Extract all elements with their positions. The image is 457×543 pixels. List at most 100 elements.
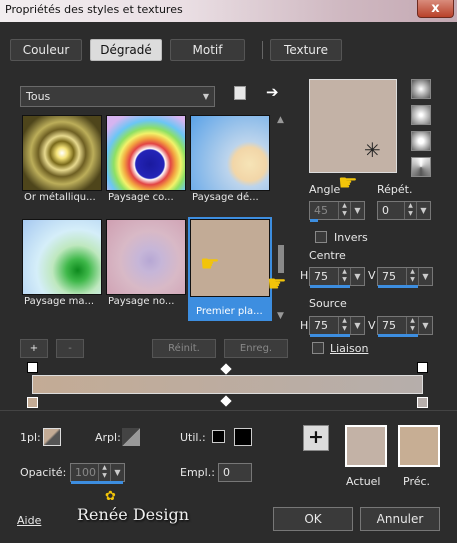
swatch-label: Or métalliqu... bbox=[24, 192, 96, 203]
add-to-swatches-button[interactable]: + bbox=[303, 425, 329, 451]
color-stop-start[interactable] bbox=[27, 397, 38, 408]
chevron-down-icon[interactable]: ▼ bbox=[350, 268, 364, 285]
source-v-spinner[interactable]: 75 ▲ ▼ ▼ bbox=[377, 316, 433, 335]
invert-checkbox[interactable] bbox=[315, 231, 327, 243]
chevron-down-icon[interactable]: ▼ bbox=[418, 268, 432, 285]
fg-swatch[interactable] bbox=[43, 428, 61, 446]
center-label: Centre bbox=[309, 249, 346, 262]
center-v-slider[interactable] bbox=[378, 285, 418, 288]
previous-label: Préc. bbox=[403, 475, 431, 488]
chevron-down-icon[interactable]: ▼ bbox=[418, 317, 432, 334]
bg-label: Arpl: bbox=[95, 431, 121, 444]
category-dropdown[interactable]: Tous ▼ bbox=[20, 86, 215, 107]
chevron-down-icon[interactable]: ▼ bbox=[277, 311, 284, 321]
spin-arrows-icon[interactable]: ▲ ▼ bbox=[404, 202, 416, 219]
center-v-value: 75 bbox=[382, 270, 396, 283]
swatch-paysage-no[interactable]: Paysage no... bbox=[106, 219, 186, 307]
tab-texture[interactable]: Texture bbox=[270, 39, 342, 61]
butterfly-icon: ✿ bbox=[105, 489, 116, 504]
source-v-slider[interactable] bbox=[378, 334, 418, 337]
help-link[interactable]: Aide bbox=[17, 514, 41, 527]
emplacement-label: Empl.: bbox=[180, 466, 215, 479]
angle-spinner[interactable]: 45 ▲ ▼ ▼ bbox=[309, 201, 365, 220]
gradient-preview[interactable]: ✳ bbox=[309, 79, 397, 173]
opacity-slider[interactable] bbox=[71, 481, 123, 484]
bg-swatch[interactable] bbox=[122, 428, 140, 446]
pointer-hand-icon: ☛ bbox=[200, 252, 220, 277]
midpoint-marker[interactable] bbox=[220, 395, 232, 407]
cancel-button[interactable]: Annuler bbox=[360, 507, 440, 531]
center-h-slider[interactable] bbox=[310, 285, 350, 288]
swatch-label: Paysage co... bbox=[108, 192, 174, 203]
source-h-slider[interactable] bbox=[310, 334, 350, 337]
center-h-spinner[interactable]: 75 ▲ ▼ ▼ bbox=[309, 267, 365, 286]
chevron-down-icon[interactable]: ▼ bbox=[350, 317, 364, 334]
util-swatch-1[interactable] bbox=[212, 430, 225, 443]
spin-arrows-icon[interactable]: ▲ ▼ bbox=[338, 268, 350, 285]
spin-arrows-icon[interactable]: ▲ ▼ bbox=[338, 202, 350, 219]
stop-marker-icon[interactable] bbox=[417, 362, 428, 373]
scroll-thumb[interactable] bbox=[278, 245, 284, 273]
gradient-bar[interactable] bbox=[32, 375, 423, 394]
midpoint-marker[interactable] bbox=[220, 363, 232, 375]
util-label: Util.: bbox=[180, 431, 206, 444]
chevron-down-icon[interactable]: ▼ bbox=[110, 464, 124, 481]
swatch-preview bbox=[190, 115, 270, 191]
divider bbox=[0, 410, 457, 411]
remove-gradient-button[interactable]: - bbox=[56, 339, 84, 358]
spin-arrows-icon[interactable]: ▲ ▼ bbox=[98, 464, 110, 481]
crosshair-icon[interactable]: ✳ bbox=[364, 140, 381, 160]
center-h-label: H bbox=[300, 269, 309, 282]
swatch-paysage-co[interactable]: Paysage co... bbox=[106, 115, 186, 203]
swatch-or-metallique[interactable]: Or métalliqu... bbox=[22, 115, 102, 203]
logo-text: Renée Design bbox=[77, 505, 190, 524]
chevron-up-icon[interactable]: ▲ bbox=[277, 115, 284, 125]
current-swatch[interactable] bbox=[345, 425, 387, 467]
source-v-value: 75 bbox=[382, 319, 396, 332]
arrow-right-icon[interactable]: ➔ bbox=[266, 83, 279, 101]
swatch-preview bbox=[106, 115, 186, 191]
invert-label: Invers bbox=[334, 231, 368, 244]
source-v-label: V bbox=[368, 319, 376, 332]
spin-arrows-icon[interactable]: ▲ ▼ bbox=[338, 317, 350, 334]
angle-slider[interactable] bbox=[310, 219, 318, 222]
linear-style-button[interactable] bbox=[411, 79, 431, 99]
link-checkbox[interactable] bbox=[312, 342, 324, 354]
opacity-spinner[interactable]: 100 ▲ ▼ ▼ bbox=[70, 463, 125, 482]
spin-arrows-icon[interactable]: ▲ ▼ bbox=[406, 268, 418, 285]
tab-degrade[interactable]: Dégradé bbox=[90, 39, 162, 61]
opacity-label: Opacité: bbox=[20, 466, 67, 479]
current-label: Actuel bbox=[346, 475, 381, 488]
center-h-value: 75 bbox=[314, 270, 328, 283]
emplacement-field[interactable]: 0 bbox=[218, 463, 252, 482]
radial-style-button[interactable] bbox=[411, 157, 431, 177]
chevron-down-icon[interactable]: ▼ bbox=[416, 202, 430, 219]
rectangular-style-button[interactable] bbox=[411, 105, 431, 125]
close-button[interactable]: x bbox=[417, 0, 454, 18]
repeat-spinner[interactable]: 0 ▲ ▼ ▼ bbox=[377, 201, 431, 220]
add-gradient-button[interactable]: + bbox=[20, 339, 48, 358]
save-gradient-button[interactable]: Enreg. bbox=[224, 339, 288, 358]
category-value: Tous bbox=[26, 90, 51, 103]
center-v-label: V bbox=[368, 269, 376, 282]
chevron-down-icon[interactable]: ▼ bbox=[350, 202, 364, 219]
swatch-paysage-de[interactable]: Paysage dé... bbox=[190, 115, 270, 203]
angle-label: Angle bbox=[309, 183, 341, 196]
tab-motif[interactable]: Motif bbox=[170, 39, 245, 61]
swatch-paysage-ma[interactable]: Paysage ma... bbox=[22, 219, 102, 307]
stop-marker-icon[interactable] bbox=[27, 362, 38, 373]
sunburst-style-button[interactable] bbox=[411, 131, 431, 151]
spin-arrows-icon[interactable]: ▲ ▼ bbox=[406, 317, 418, 334]
library-icon[interactable] bbox=[234, 86, 246, 100]
previous-swatch[interactable] bbox=[398, 425, 440, 467]
swatch-label: Paysage ma... bbox=[24, 296, 95, 307]
opacity-value: 100 bbox=[75, 466, 96, 479]
center-v-spinner[interactable]: 75 ▲ ▼ ▼ bbox=[377, 267, 433, 286]
ok-button[interactable]: OK bbox=[273, 507, 353, 531]
color-stop-end[interactable] bbox=[417, 397, 428, 408]
reset-button[interactable]: Réinit. bbox=[152, 339, 216, 358]
source-h-spinner[interactable]: 75 ▲ ▼ ▼ bbox=[309, 316, 365, 335]
util-swatch-2[interactable] bbox=[234, 428, 252, 446]
tab-couleur[interactable]: Couleur bbox=[10, 39, 82, 61]
swatch-scrollbar[interactable]: ▲ ▼ bbox=[276, 115, 287, 321]
